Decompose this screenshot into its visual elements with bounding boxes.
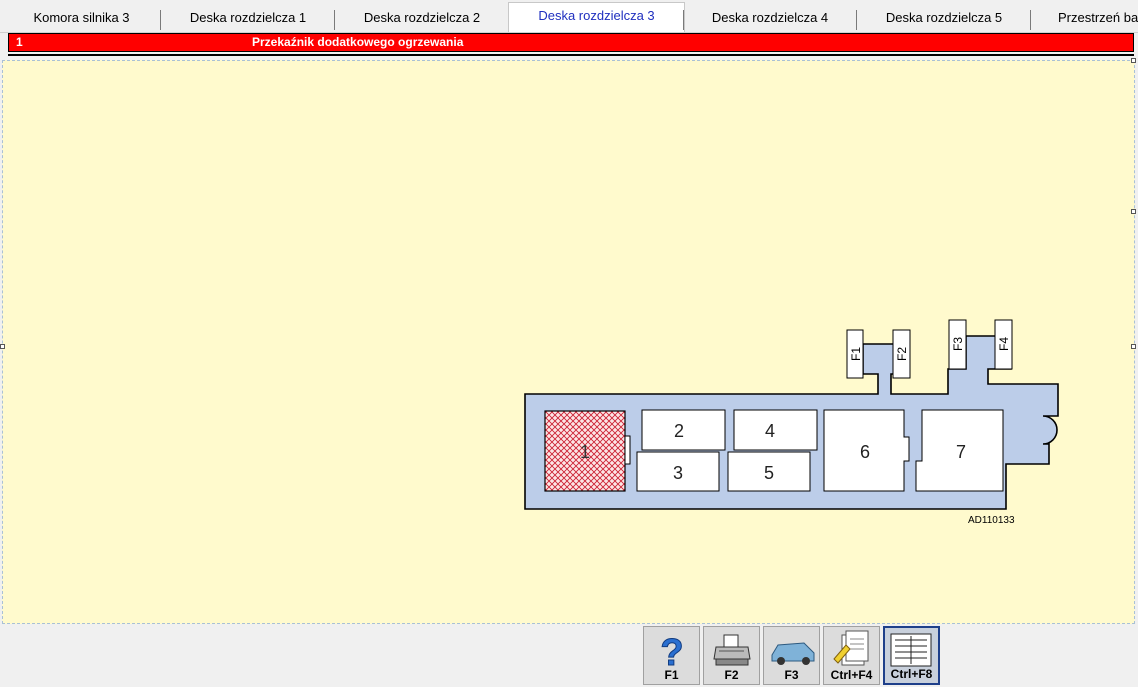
tab-deska-rozdzielcza-5[interactable]: Deska rozdzielcza 5 — [858, 4, 1030, 30]
relay-slot-1-pin — [624, 435, 631, 465]
note-pencil-icon — [833, 630, 869, 666]
diagram-panel: F1 F2 F3 F4 1 2 3 4 5 6 7 AD110133 — [0, 58, 1136, 624]
tab-komora-silnika-3[interactable]: Komora silnika 3 — [0, 4, 163, 30]
help-button-label: F1 — [664, 668, 679, 682]
slot-5-label: 5 — [764, 463, 774, 483]
fuse-list-button-label: Ctrl+F8 — [890, 667, 933, 681]
fuse-list-icon — [890, 633, 932, 667]
note-button[interactable]: Ctrl+F4 — [823, 626, 880, 685]
component-number: 1 — [16, 35, 23, 49]
slot-7-label: 7 — [956, 442, 966, 462]
tab-separator — [160, 10, 161, 30]
tab-separator — [1030, 10, 1031, 30]
slot-1-label: 1 — [580, 442, 590, 462]
car-icon — [771, 642, 815, 665]
fuse-f2-label: F2 — [895, 347, 909, 361]
svg-text:?: ? — [660, 632, 683, 669]
tab-separator — [856, 10, 857, 30]
help-question-icon: ? — [660, 632, 684, 670]
tab-deska-rozdzielcza-2[interactable]: Deska rozdzielcza 2 — [336, 4, 508, 30]
note-button-label: Ctrl+F4 — [830, 668, 873, 682]
slot-3-label: 3 — [673, 463, 683, 483]
fuse-f4-label: F4 — [997, 337, 1011, 351]
vehicle-button-label: F3 — [784, 668, 799, 682]
tab-bar: Komora silnika 3 Deska rozdzielcza 1 Des… — [0, 0, 1138, 33]
help-button[interactable]: ? F1 — [643, 626, 700, 685]
slot-4-label: 4 — [765, 421, 775, 441]
tab-deska-rozdzielcza-3[interactable]: Deska rozdzielcza 3 — [508, 2, 685, 32]
print-button[interactable]: F2 — [703, 626, 760, 685]
printer-icon — [713, 634, 751, 666]
print-button-label: F2 — [724, 668, 739, 682]
relay-slot-4 — [733, 409, 818, 451]
diagram-code: AD110133 — [968, 515, 1015, 526]
tab-separator — [334, 10, 335, 30]
slot-2-label: 2 — [674, 421, 684, 441]
bottom-toolbar: ? F1 F2 F3 Ctrl+F4 Ctrl+F8 — [0, 626, 1138, 687]
tab-przestrzen-bagaznika[interactable]: Przestrzeń ba — [1034, 4, 1138, 30]
vehicle-button[interactable]: F3 — [763, 626, 820, 685]
fuse-list-button[interactable]: Ctrl+F8 — [883, 626, 940, 685]
tab-deska-rozdzielcza-1[interactable]: Deska rozdzielcza 1 — [162, 4, 334, 30]
fuse-f1-label: F1 — [849, 347, 863, 361]
slot-6-label: 6 — [860, 442, 870, 462]
component-title: Przekaźnik dodatkowego ogrzewania — [252, 35, 464, 49]
fuse-box-diagram: F1 F2 F3 F4 1 2 3 4 5 6 7 AD110133 — [524, 319, 1059, 526]
tab-deska-rozdzielcza-4[interactable]: Deska rozdzielcza 4 — [684, 4, 856, 30]
component-header[interactable]: 1 Przekaźnik dodatkowego ogrzewania — [8, 33, 1134, 52]
header-divider — [8, 54, 1134, 56]
fuse-f3-label: F3 — [951, 337, 965, 351]
